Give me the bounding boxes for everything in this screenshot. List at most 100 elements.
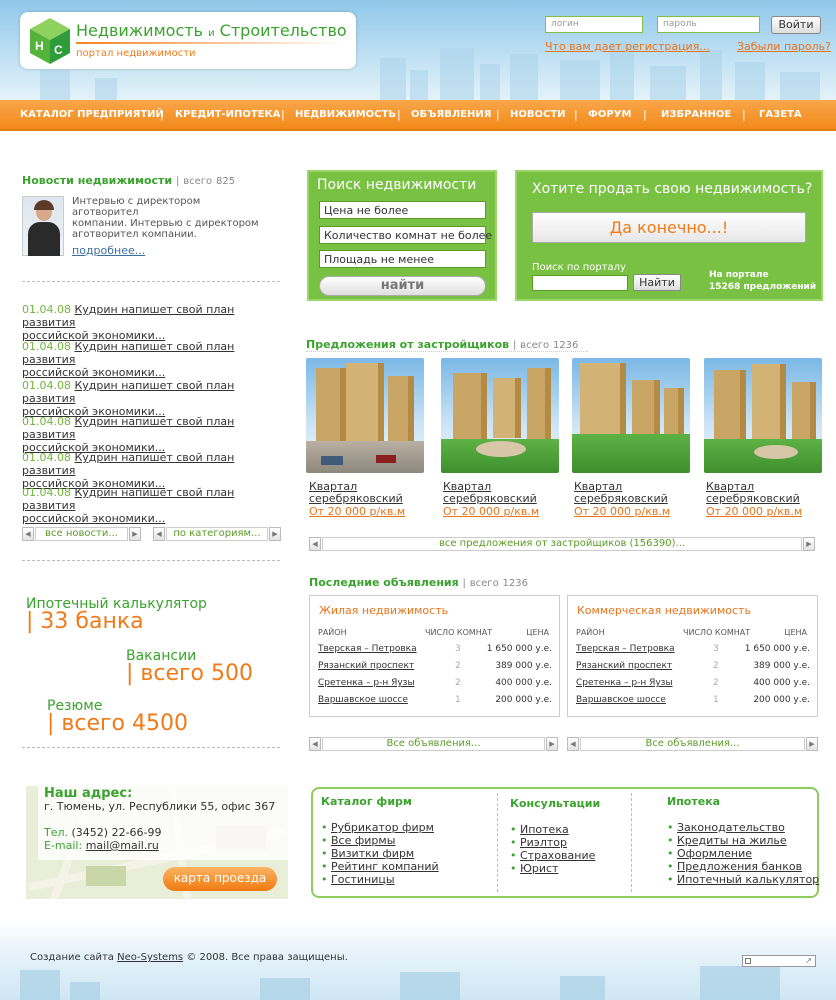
- list-item[interactable]: Оформление: [667, 847, 819, 860]
- all-news-link[interactable]: все новости...: [35, 527, 128, 541]
- register-link[interactable]: Что вам дает регистрация...: [545, 40, 710, 53]
- divider: [631, 793, 632, 892]
- copyright: Создание сайта Neo-Systems © 2008. Все п…: [30, 952, 348, 963]
- nav-separator: |: [496, 108, 500, 121]
- consult-heading[interactable]: Консультации: [510, 797, 600, 810]
- nav-item-news[interactable]: НОВОСТИ: [510, 109, 566, 120]
- list-item[interactable]: Рейтинг компаний: [321, 860, 439, 873]
- list-item[interactable]: Предложения банков: [667, 860, 819, 873]
- list-item[interactable]: Юрист: [510, 862, 595, 875]
- list-item[interactable]: Ипотечный калькулятор: [667, 873, 819, 886]
- developer-link[interactable]: Neo-Systems: [117, 952, 183, 963]
- portal-search-button[interactable]: Найти: [633, 274, 681, 291]
- sell-yes-button[interactable]: Да конечно...!: [532, 212, 806, 243]
- email: E-mail: mail@mail.ru: [44, 839, 159, 852]
- developer-item-price[interactable]: От 20 000 р/кв.м: [574, 505, 670, 518]
- map-button[interactable]: карта проезда: [163, 867, 277, 891]
- all-residential-ads-link[interactable]: Все объявления...: [322, 737, 545, 751]
- developer-item-title[interactable]: Квартал серебряковский: [443, 481, 563, 505]
- search-button[interactable]: найти: [319, 276, 486, 296]
- list-item[interactable]: Риэлтор: [510, 836, 595, 849]
- all-commercial-ads-link[interactable]: Все объявления...: [580, 737, 805, 751]
- developer-item-price[interactable]: От 20 000 р/кв.м: [309, 505, 405, 518]
- arrow-right-icon[interactable]: ▶: [546, 737, 558, 751]
- rooms-max-field[interactable]: Количество комнат не более: [319, 226, 492, 244]
- developer-photo[interactable]: [704, 358, 822, 473]
- developers-heading: Предложения от застройщиков | всего 1236: [306, 338, 579, 351]
- interview-more-link[interactable]: подробнее...: [72, 244, 145, 257]
- sell-panel: Хотите продать свою недвижимость? Да кон…: [515, 170, 823, 301]
- arrow-right-icon[interactable]: ▶: [806, 737, 818, 751]
- divider: [22, 747, 280, 748]
- news-item[interactable]: 01.04.08 Кудрин напишет свой план развит…: [22, 415, 284, 454]
- news-item[interactable]: 01.04.08 Кудрин напишет свой план развит…: [22, 451, 284, 490]
- arrow-left-icon[interactable]: ◀: [153, 527, 165, 541]
- list-item[interactable]: Страхование: [510, 849, 595, 862]
- arrow-left-icon[interactable]: ◀: [22, 527, 34, 541]
- list-item[interactable]: Ипотека: [510, 823, 595, 836]
- login-input[interactable]: логин: [545, 16, 643, 33]
- news-item[interactable]: 01.04.08 Кудрин напишет свой план развит…: [22, 303, 284, 342]
- developer-item-price[interactable]: От 20 000 р/кв.м: [706, 505, 802, 518]
- table-row[interactable]: Рязанский проспект 2 389 000 у.е.: [318, 661, 552, 677]
- login-button[interactable]: Войти: [771, 16, 821, 34]
- arrow-right-icon[interactable]: ▶: [803, 537, 815, 551]
- list-item[interactable]: Все фирмы: [321, 834, 439, 847]
- commercial-title[interactable]: Коммерческая недвижимость: [577, 604, 751, 617]
- developer-photo[interactable]: [572, 358, 690, 473]
- table-row[interactable]: Варшавское шоссе 1 200 000 у.е.: [576, 695, 810, 711]
- developer-photo[interactable]: [441, 358, 559, 473]
- arrow-right-icon[interactable]: ▶: [129, 527, 141, 541]
- forgot-password-link[interactable]: Забыли пароль?: [737, 40, 831, 53]
- developer-item-title[interactable]: Квартал серебряковский: [574, 481, 694, 505]
- list-item[interactable]: Законодательство: [667, 821, 819, 834]
- list-item[interactable]: Гостиницы: [321, 873, 439, 886]
- catalog-list: Рубрикатор фирм Все фирмы Визитки фирм Р…: [321, 821, 439, 886]
- phone: Тел. (3452) 22-66-99: [44, 826, 162, 839]
- developer-item-title[interactable]: Квартал серебряковский: [706, 481, 826, 505]
- arrow-left-icon[interactable]: ◀: [309, 537, 321, 551]
- news-item[interactable]: 01.04.08 Кудрин напишет свой план развит…: [22, 340, 284, 379]
- arrow-left-icon[interactable]: ◀: [309, 737, 321, 751]
- price-max-field[interactable]: Цена не более: [319, 201, 486, 219]
- column-header-rooms: ЧИСЛО КОМНАТ: [683, 628, 751, 637]
- table-row[interactable]: Варшавское шоссе 1 200 000 у.е.: [318, 695, 552, 711]
- nav-item-forum[interactable]: ФОРУМ: [588, 109, 631, 120]
- catalog-heading[interactable]: Каталог фирм: [321, 795, 412, 808]
- table-row[interactable]: Сретенка – р-н Яузы 2 400 000 у.е.: [318, 678, 552, 694]
- nav-item-catalog[interactable]: КАТАЛОГ ПРЕДПРИЯТИЙ: [20, 109, 164, 120]
- by-category-link[interactable]: по категориям...: [166, 527, 268, 541]
- divider: [22, 281, 280, 282]
- nav-item-realty[interactable]: НЕДВИЖИМОСТЬ: [295, 109, 396, 120]
- table-row[interactable]: Сретенка – р-н Яузы 2 400 000 у.е.: [576, 678, 810, 694]
- nav-item-newspaper[interactable]: ГАЗЕТА: [759, 109, 802, 120]
- password-input[interactable]: пароль: [657, 16, 760, 33]
- logo-title: Недвижимость и Строительство: [76, 21, 347, 40]
- svg-text:С: С: [54, 43, 63, 57]
- nav-item-credit[interactable]: КРЕДИТ-ИПОТЕКА: [175, 109, 280, 120]
- address-title: Наш адрес:: [44, 786, 133, 801]
- arrow-right-icon[interactable]: ▶: [269, 527, 281, 541]
- mortgage-heading[interactable]: Ипотека: [667, 795, 720, 808]
- counter-badge[interactable]: ↗: [742, 955, 816, 967]
- all-developer-offers-link[interactable]: все предложения от застройщиков (156390)…: [322, 537, 802, 551]
- residential-title[interactable]: Жилая недвижимость: [319, 604, 448, 617]
- list-item[interactable]: Рубрикатор фирм: [321, 821, 439, 834]
- list-item[interactable]: Визитки фирм: [321, 847, 439, 860]
- nav-item-ads[interactable]: ОБЪЯВЛЕНИЯ: [411, 109, 491, 120]
- developer-item-title[interactable]: Квартал серебряковский: [309, 481, 429, 505]
- news-item[interactable]: 01.04.08 Кудрин напишет свой план развит…: [22, 379, 284, 418]
- developer-photo[interactable]: [306, 358, 424, 473]
- list-item[interactable]: Кредиты на жилье: [667, 834, 819, 847]
- area-min-field[interactable]: Площадь не менее: [319, 250, 486, 268]
- news-item[interactable]: 01.04.08 Кудрин напишет свой план развит…: [22, 486, 284, 525]
- nav-item-favorites[interactable]: ИЗБРАННОЕ: [661, 109, 731, 120]
- table-row[interactable]: Рязанский проспект 2 389 000 у.е.: [576, 661, 810, 677]
- table-row[interactable]: Тверская – Петровка 3 1 650 000 у.е.: [318, 644, 552, 660]
- developer-item-price[interactable]: От 20 000 р/кв.м: [443, 505, 539, 518]
- arrow-left-icon[interactable]: ◀: [567, 737, 579, 751]
- interview-photo[interactable]: [22, 196, 64, 256]
- portal-search-input[interactable]: [532, 275, 628, 291]
- table-row[interactable]: Тверская – Петровка 3 1 650 000 у.е.: [576, 644, 810, 660]
- divider: [306, 351, 588, 352]
